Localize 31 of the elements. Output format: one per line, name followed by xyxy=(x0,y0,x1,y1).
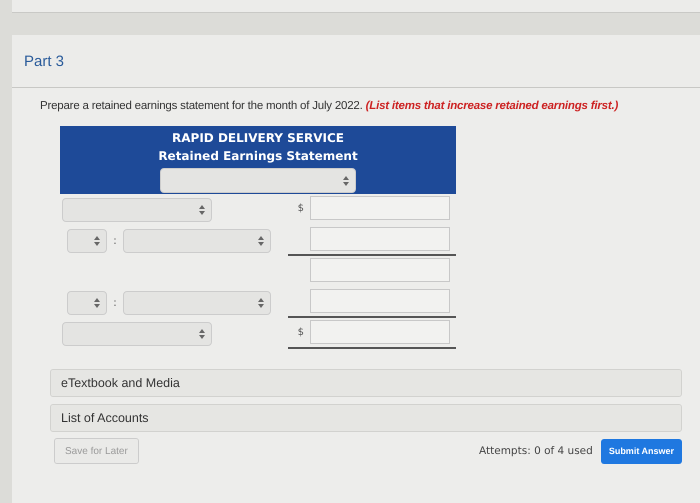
part-title: Part 3 xyxy=(24,52,64,70)
amount-field[interactable] xyxy=(310,227,450,251)
account-dropdown[interactable] xyxy=(123,290,271,314)
attempts-text: Attempts: 0 of 4 used xyxy=(479,445,593,457)
account-dropdown[interactable] xyxy=(123,228,271,252)
account-dropdown[interactable] xyxy=(62,322,212,346)
separator-text: : xyxy=(112,234,118,247)
operator-dropdown[interactable] xyxy=(67,228,107,252)
amount-field[interactable] xyxy=(310,258,450,282)
account-dropdown[interactable] xyxy=(62,198,212,222)
operator-dropdown[interactable] xyxy=(67,290,107,314)
currency-symbol: $ xyxy=(298,326,304,338)
sort-arrows-icon xyxy=(94,298,100,308)
company-name: RAPID DELIVERY SERVICE xyxy=(172,130,344,147)
submit-answer-button[interactable]: Submit Answer xyxy=(600,438,682,464)
period-dropdown[interactable] xyxy=(160,168,356,193)
amount-field[interactable] xyxy=(310,289,450,313)
sort-arrows-icon xyxy=(258,236,264,246)
amount-field[interactable] xyxy=(310,320,450,344)
sort-arrows-icon xyxy=(94,236,100,246)
resource-link[interactable]: List of Accounts xyxy=(50,404,682,432)
separator-text: : xyxy=(112,296,118,309)
amount-field[interactable] xyxy=(310,196,450,220)
resource-link[interactable]: eTextbook and Media xyxy=(50,369,682,397)
currency-symbol: $ xyxy=(298,202,304,214)
statement-title: Retained Earnings Statement xyxy=(158,148,358,165)
sort-arrows-icon xyxy=(258,298,264,308)
instruction-text: Prepare a retained earnings statement for the month of July 2022. (List items that increase retained earnings first.) xyxy=(40,100,620,112)
sort-arrows-icon xyxy=(199,204,205,214)
sort-arrows-icon xyxy=(343,176,349,186)
sort-arrows-icon xyxy=(199,328,205,338)
